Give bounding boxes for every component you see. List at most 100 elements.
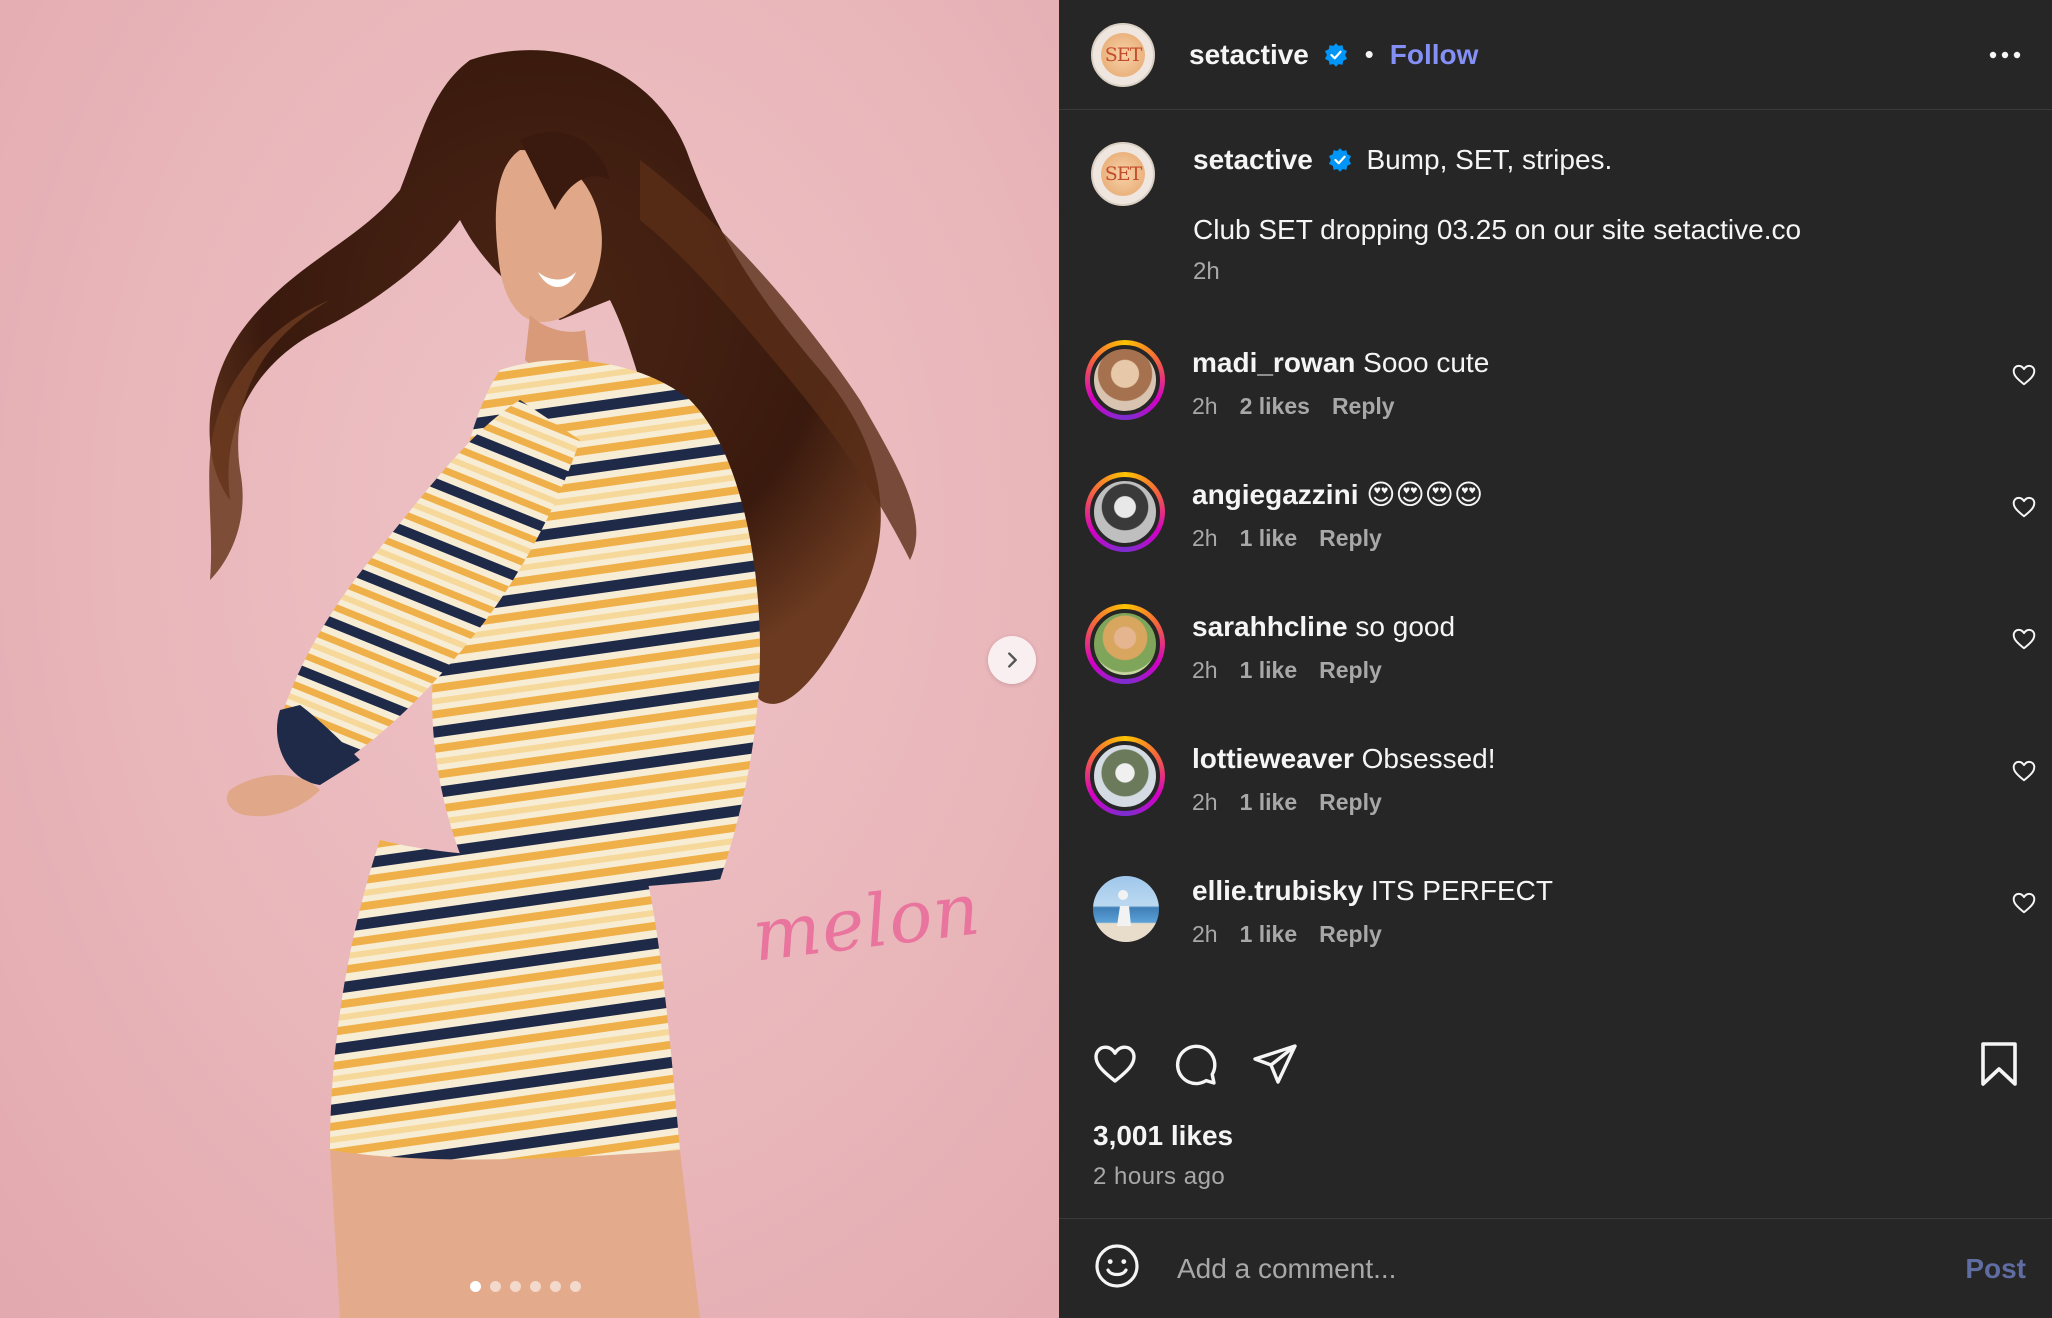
comment-likes[interactable]: 1 like — [1240, 525, 1298, 552]
emoji-button[interactable] — [1093, 1242, 1141, 1295]
comment-item: sarahhcline so good 2h 1 like Reply — [1085, 604, 2037, 694]
commenter-username[interactable]: sarahhcline — [1192, 611, 1348, 642]
comment-time[interactable]: 2h — [1192, 921, 1218, 948]
comment-line: madi_rowan Sooo cute — [1192, 346, 1489, 380]
post-action-bar — [1091, 1040, 2021, 1090]
comment-time[interactable]: 2h — [1192, 789, 1218, 816]
reply-button[interactable]: Reply — [1332, 393, 1395, 420]
carousel-next-button[interactable] — [988, 636, 1036, 684]
post-header: SET setactive • Follow — [1059, 0, 2052, 110]
heart-icon — [2012, 892, 2036, 914]
comment-text: so good — [1355, 611, 1456, 642]
comment-text: 😍😍😍😍 — [1366, 479, 1484, 510]
comment-body: angiegazzini 😍😍😍😍 2h 1 like Reply — [1192, 478, 1483, 552]
comment-line: sarahhcline so good — [1192, 610, 1455, 644]
comment-text: ITS PERFECT — [1370, 875, 1553, 906]
bookmark-icon — [1981, 1042, 2017, 1086]
comment-item: angiegazzini 😍😍😍😍 2h 1 like Reply — [1085, 472, 2037, 562]
comment-line: angiegazzini 😍😍😍😍 — [1192, 478, 1483, 512]
carousel-dot — [570, 1281, 581, 1292]
verified-badge-icon — [1324, 42, 1347, 67]
commenter-avatar — [1090, 345, 1160, 415]
comment-item: lottieweaver Obsessed! 2h 1 like Reply — [1085, 736, 2037, 826]
comment-likes[interactable]: 1 like — [1240, 789, 1298, 816]
post-media[interactable]: melon — [0, 0, 1059, 1318]
comment-text: Sooo cute — [1363, 347, 1490, 378]
comment-body: madi_rowan Sooo cute 2h 2 likes Reply — [1192, 346, 1489, 420]
author-avatar[interactable]: SET — [1091, 22, 1155, 87]
share-button[interactable] — [1251, 1040, 1299, 1093]
caption-line-2: Club SET dropping 03.25 on our site seta… — [1193, 214, 1802, 245]
comment-likes[interactable]: 1 like — [1240, 657, 1298, 684]
caption-line-1: Bump, SET, stripes. — [1366, 144, 1613, 175]
carousel-dot — [490, 1281, 501, 1292]
caption-username[interactable]: setactive — [1193, 144, 1313, 175]
heart-icon — [2012, 628, 2036, 650]
comment-item: ellie.trubisky ITS PERFECT 2h 1 like Rep… — [1085, 868, 2037, 958]
comment-icon — [1175, 1044, 1217, 1086]
heart-icon — [1094, 1045, 1136, 1083]
caption-line: setactive Bump, SET, stripes. — [1193, 142, 1801, 178]
author-username[interactable]: setactive — [1189, 39, 1349, 71]
like-comment-button[interactable] — [2011, 758, 2037, 789]
more-options-icon — [1989, 51, 2021, 59]
story-ring[interactable] — [1085, 736, 1165, 816]
comment-line: lottieweaver Obsessed! — [1192, 742, 1496, 776]
carousel-dot — [530, 1281, 541, 1292]
like-comment-button[interactable] — [2011, 890, 2037, 921]
commenter-avatar[interactable] — [1093, 876, 1159, 942]
comment-meta: 2h 1 like Reply — [1192, 921, 1553, 948]
commenter-username[interactable]: madi_rowan — [1192, 347, 1355, 378]
like-count[interactable]: 3,001 likes — [1093, 1120, 1233, 1152]
comment-time[interactable]: 2h — [1192, 657, 1218, 684]
comment-likes[interactable]: 1 like — [1240, 921, 1298, 948]
commenter-username[interactable]: angiegazzini — [1192, 479, 1358, 510]
comment-button[interactable] — [1171, 1040, 1219, 1093]
comment-input[interactable] — [1177, 1252, 1966, 1285]
author-username-text[interactable]: setactive — [1189, 39, 1309, 70]
commenter-avatar — [1090, 609, 1160, 679]
heart-icon — [2012, 364, 2036, 386]
comment-text: Obsessed! — [1361, 743, 1496, 774]
caption-avatar[interactable]: SET — [1091, 142, 1155, 206]
like-button[interactable] — [1091, 1040, 1139, 1093]
story-ring[interactable] — [1085, 604, 1165, 684]
comment-meta: 2h 1 like Reply — [1192, 525, 1483, 552]
save-button[interactable] — [1977, 1040, 2021, 1093]
reply-button[interactable]: Reply — [1319, 657, 1382, 684]
heart-icon — [2012, 496, 2036, 518]
brand-logo: SET — [1101, 32, 1145, 77]
comment-likes[interactable]: 2 likes — [1240, 393, 1310, 420]
avatar-figure — [1117, 890, 1131, 926]
comment-body: lottieweaver Obsessed! 2h 1 like Reply — [1192, 742, 1496, 816]
commenter-username[interactable]: ellie.trubisky — [1192, 875, 1363, 906]
header-separator: • — [1364, 39, 1374, 69]
reply-button[interactable]: Reply — [1319, 789, 1382, 816]
comment-time[interactable]: 2h — [1192, 525, 1218, 552]
like-comment-button[interactable] — [2011, 362, 2037, 393]
comment-meta: 2h 2 likes Reply — [1192, 393, 1489, 420]
follow-button[interactable]: Follow — [1390, 39, 1479, 71]
commenter-avatar — [1090, 477, 1160, 547]
reply-button[interactable]: Reply — [1319, 525, 1382, 552]
more-options-button[interactable] — [1988, 40, 2022, 75]
like-comment-button[interactable] — [2011, 494, 2037, 525]
post-timestamp[interactable]: 2 hours ago — [1093, 1163, 1225, 1191]
like-comment-button[interactable] — [2011, 626, 2037, 657]
comment-time[interactable]: 2h — [1192, 393, 1218, 420]
carousel-dot — [470, 1281, 481, 1292]
post-photo — [209, 50, 917, 1318]
comment-meta: 2h 1 like Reply — [1192, 789, 1496, 816]
caption-text: setactive Bump, SET, stripes. Club SET d… — [1193, 142, 1801, 286]
reply-button[interactable]: Reply — [1319, 921, 1382, 948]
post-comment-button[interactable]: Post — [1965, 1253, 2026, 1285]
story-ring[interactable] — [1085, 472, 1165, 552]
comment-body: sarahhcline so good 2h 1 like Reply — [1192, 610, 1455, 684]
caption-timestamp[interactable]: 2h — [1193, 258, 1801, 286]
carousel-indicator — [470, 1281, 581, 1292]
story-ring[interactable] — [1085, 340, 1165, 420]
post-caption: SET setactive Bump, SET, stripes. Club S… — [1091, 142, 2021, 286]
commenter-username[interactable]: lottieweaver — [1192, 743, 1354, 774]
share-icon — [1253, 1044, 1297, 1084]
comment-body: ellie.trubisky ITS PERFECT 2h 1 like Rep… — [1192, 874, 1553, 948]
